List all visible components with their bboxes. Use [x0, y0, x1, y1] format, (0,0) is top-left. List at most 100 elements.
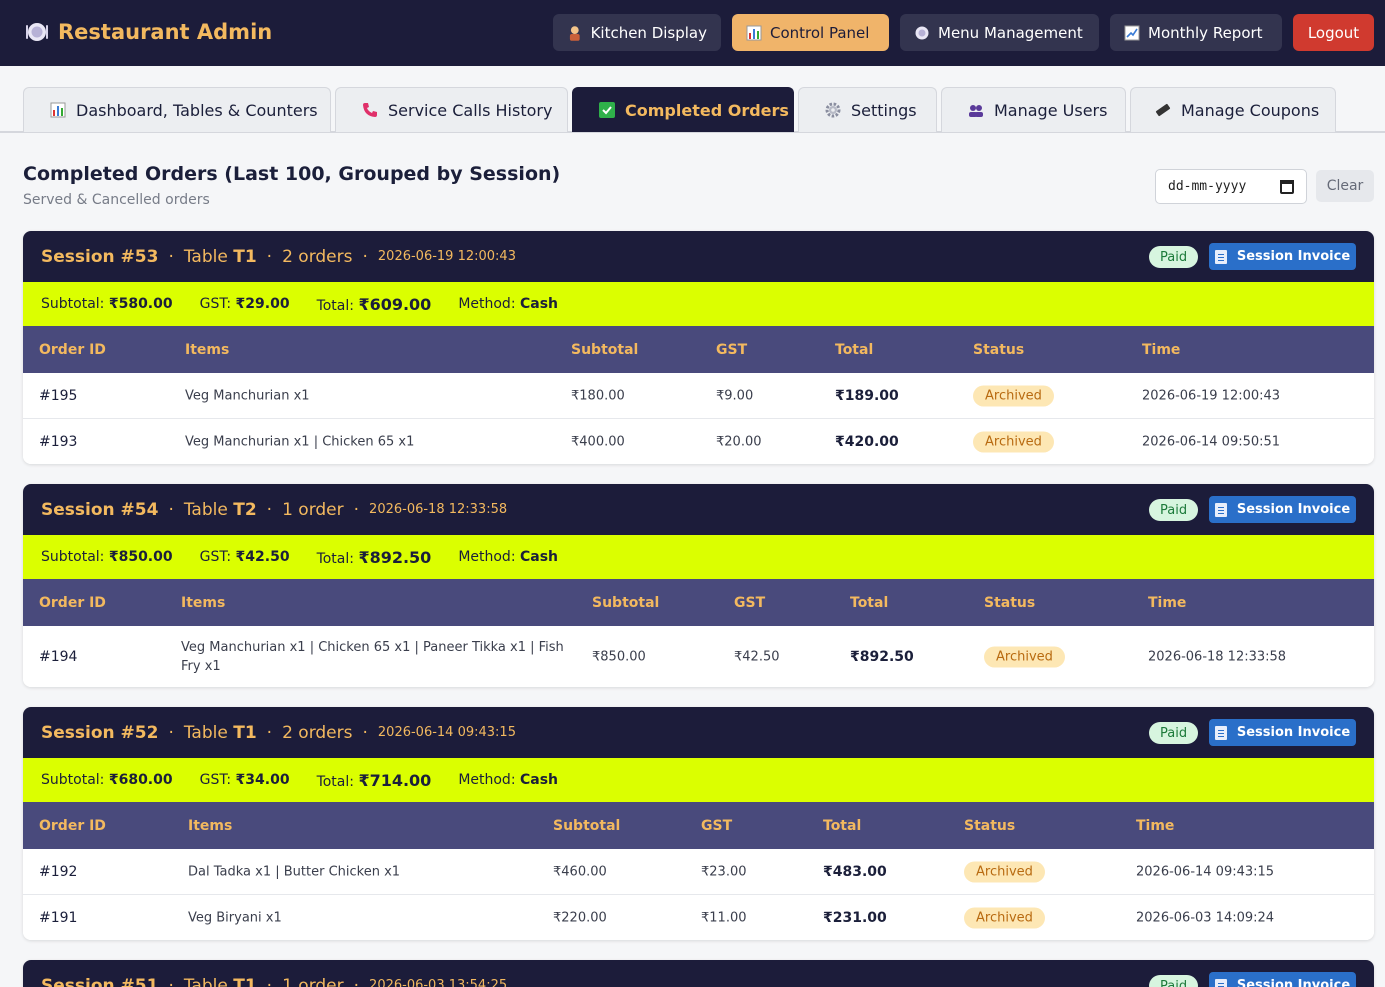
order-subtotal: ₹460.00	[553, 864, 607, 879]
session-subtotal: ₹580.00	[108, 296, 173, 312]
session-header: Session #51 · Table T1 · 1 order · 2026-…	[23, 960, 1374, 987]
calendar-icon[interactable]	[1280, 179, 1294, 194]
menu-management-label: Menu Management	[938, 23, 1083, 42]
tab-settings-label: Settings	[851, 100, 917, 120]
session-header: Session #53 · Table T1 · 2 orders · 2026…	[23, 231, 1374, 282]
paid-badge: Paid	[1149, 975, 1199, 987]
tab-dashboard[interactable]: Dashboard, Tables & Counters	[23, 87, 331, 132]
order-time: 2026-06-19 12:00:43	[1142, 388, 1281, 403]
order-items: Veg Manchurian x1 | Chicken 65 x1	[185, 434, 415, 449]
session-card: Session #54 · Table T2 · 1 order · 2026-…	[23, 484, 1374, 687]
order-id: #191	[39, 909, 78, 926]
gst-label: GST:	[199, 296, 232, 312]
session-total: ₹892.50	[358, 547, 432, 567]
table-header: Order ID Items Subtotal GST Total Status…	[23, 326, 1374, 373]
paid-badge: Paid	[1149, 246, 1199, 268]
kitchen-display-button[interactable]: Kitchen Display	[553, 14, 721, 51]
separator: ·	[168, 975, 174, 987]
gst-label: GST:	[199, 549, 232, 565]
tab-manage-users[interactable]: Manage Users	[941, 87, 1126, 132]
logout-button[interactable]: Logout	[1293, 14, 1374, 51]
trend-chart-icon	[1124, 25, 1140, 40]
col-status: Status	[964, 817, 1016, 834]
table-prefix: Table	[183, 246, 228, 267]
session-gst: ₹29.00	[235, 296, 290, 312]
table-prefix: Table	[183, 722, 228, 743]
order-gst: ₹20.00	[716, 434, 762, 449]
session-invoice-button[interactable]: Session Invoice	[1209, 496, 1356, 523]
invoice-icon	[1214, 725, 1227, 740]
order-time: 2026-06-14 09:43:15	[1136, 864, 1275, 879]
separator: ·	[168, 499, 174, 520]
col-subtotal: Subtotal	[571, 341, 639, 358]
tab-settings[interactable]: Settings	[798, 87, 937, 132]
order-total: ₹231.00	[823, 909, 887, 926]
col-items: Items	[181, 594, 226, 611]
session-invoice-button[interactable]: Session Invoice	[1209, 972, 1356, 987]
session-invoice-button[interactable]: Session Invoice	[1209, 719, 1356, 746]
tab-completed-orders[interactable]: Completed Orders	[572, 87, 794, 132]
session-invoice-label: Session Invoice	[1236, 978, 1351, 987]
logout-label: Logout	[1307, 23, 1360, 42]
table-row: #195 Veg Manchurian x1 ₹180.00 ₹9.00 ₹18…	[23, 373, 1374, 419]
session-header: Session #54 · Table T2 · 1 order · 2026-…	[23, 484, 1374, 535]
order-gst: ₹9.00	[716, 388, 754, 403]
tab-dashboard-label: Dashboard, Tables & Counters	[76, 100, 318, 120]
status-badge: Archived	[984, 646, 1065, 667]
menu-management-button[interactable]: Menu Management	[900, 14, 1099, 51]
session-invoice-label: Session Invoice	[1236, 249, 1351, 264]
tab-manage-coupons-label: Manage Coupons	[1181, 100, 1320, 120]
session-summary: Subtotal: ₹580.00 GST: ₹29.00 Total: ₹60…	[23, 282, 1374, 326]
subtotal-label: Subtotal:	[41, 772, 105, 788]
table-header: Order ID Items Subtotal GST Total Status…	[23, 802, 1374, 849]
session-time: 2026-06-14 09:43:15	[377, 725, 516, 740]
order-items: Veg Biryani x1	[188, 910, 282, 925]
chef-icon	[569, 25, 580, 41]
separator: ·	[168, 722, 174, 743]
col-time: Time	[1148, 594, 1187, 611]
separator: ·	[353, 499, 360, 520]
tab-manage-coupons[interactable]: Manage Coupons	[1130, 87, 1336, 132]
clear-button[interactable]: Clear	[1316, 170, 1374, 202]
order-time: 2026-06-18 12:33:58	[1148, 649, 1287, 664]
date-filter-input[interactable]: dd-mm-yyyy	[1155, 169, 1307, 204]
kitchen-display-label: Kitchen Display	[590, 23, 707, 42]
col-order-id: Order ID	[39, 817, 106, 834]
tab-completed-orders-label: Completed Orders	[625, 100, 789, 120]
page-title: Completed Orders (Last 100, Grouped by S…	[23, 163, 561, 185]
session-number: Session #54	[41, 499, 159, 520]
table-name: T2	[233, 499, 257, 520]
session-subtotal: ₹850.00	[108, 549, 173, 565]
table-row: #194 Veg Manchurian x1 | Chicken 65 x1 |…	[23, 626, 1374, 687]
session-card: Session #52 · Table T1 · 2 orders · 2026…	[23, 707, 1374, 940]
separator: ·	[266, 499, 273, 520]
app-title: Restaurant Admin	[58, 20, 273, 44]
tab-service-calls[interactable]: Service Calls History	[335, 87, 568, 132]
session-invoice-label: Session Invoice	[1236, 502, 1351, 517]
table-row: #193 Veg Manchurian x1 | Chicken 65 x1 ₹…	[23, 419, 1374, 464]
subtotal-label: Subtotal:	[41, 549, 105, 565]
table-name: T1	[233, 722, 257, 743]
users-icon	[969, 105, 983, 117]
date-filter-placeholder: dd-mm-yyyy	[1168, 179, 1247, 194]
order-id: #194	[39, 648, 78, 665]
order-count: 1 order	[282, 499, 344, 520]
session-header: Session #52 · Table T1 · 2 orders · 2026…	[23, 707, 1374, 758]
control-panel-button[interactable]: Control Panel	[732, 14, 889, 51]
table-name: T1	[233, 975, 257, 987]
session-invoice-button[interactable]: Session Invoice	[1209, 243, 1356, 270]
monthly-report-label: Monthly Report	[1148, 23, 1263, 42]
col-total: Total	[850, 594, 889, 611]
order-gst: ₹23.00	[701, 864, 747, 879]
session-method: Cash	[520, 549, 559, 565]
session-time: 2026-06-18 12:33:58	[369, 502, 508, 517]
monthly-report-button[interactable]: Monthly Report	[1110, 14, 1282, 51]
order-subtotal: ₹850.00	[592, 649, 646, 664]
order-count: 2 orders	[282, 722, 353, 743]
order-items: Veg Manchurian x1	[185, 388, 310, 403]
session-total: ₹714.00	[358, 770, 432, 790]
col-items: Items	[185, 341, 230, 358]
order-items: Veg Manchurian x1 | Chicken 65 x1 | Pane…	[181, 639, 564, 674]
order-time: 2026-06-03 14:09:24	[1136, 910, 1275, 925]
tab-manage-users-label: Manage Users	[994, 100, 1108, 120]
